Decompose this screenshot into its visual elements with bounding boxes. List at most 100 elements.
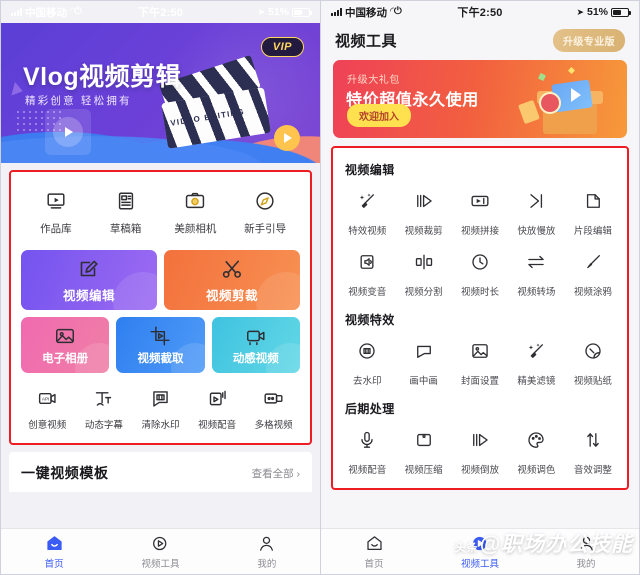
quick-action-guide[interactable]: 新手引导 [230,188,300,236]
audio-sliders-icon [565,427,621,453]
page-header: 视频工具 升级专业版 [321,23,639,60]
tool-video-merge[interactable]: 视频拼接 [452,188,508,237]
tool-cover-setting[interactable]: 封面设置 [452,338,508,387]
microphone-icon [339,427,395,453]
tool-label: 特效视频 [348,226,387,237]
tab-profile[interactable]: 我的 [214,534,320,570]
watermark-remove-icon [339,338,395,364]
hero-subtitle: 精彩创意 轻松拥有 [25,95,132,107]
battery-percent-label: 51% [586,6,608,18]
card-label: 动感视频 [232,352,279,365]
card-photo-album[interactable]: 电子相册 [21,317,110,373]
small-action-label: 动态字幕 [84,420,123,431]
tool-transition[interactable]: 视频转场 [508,249,564,298]
tool-sticker[interactable]: 视频贴纸 [565,338,621,387]
quick-action-label: 作品库 [40,223,72,235]
tool-dubbing[interactable]: 视频配音 [339,427,395,476]
two-phone-screenshots: 中国移动 ◜⏻ 下午2:50 ➤ 51% VIDEO EDITING Vlog视… [0,0,640,575]
right-phone-screen: 中国移动 ◜⏻ 下午2:50 ➤ 51% 视频工具 升级专业版 升级大礼包 特价… [320,0,640,575]
tool-remove-watermark[interactable]: 去水印 [339,338,395,387]
tool-label: 去水印 [352,376,382,387]
tool-audio-adjust[interactable]: 音效调整 [565,427,621,476]
cover-setting-icon [452,338,508,364]
tab-video-tools[interactable]: 视频工具 [427,534,533,570]
quick-action-label: 新手引导 [244,223,287,235]
small-action-label: 视频配音 [198,420,237,431]
dynamic-subtitle-icon [76,386,133,410]
small-action-label: 创意视频 [28,420,67,431]
hero-banner[interactable]: VIDEO EDITING Vlog视频剪辑 精彩创意 轻松拥有 VIP [1,23,320,163]
video-tools-icon [427,534,533,554]
ghost-play-icon [53,117,83,147]
gift-illustration [517,66,613,134]
vip-badge[interactable]: VIP [260,37,304,57]
profile-icon [533,534,639,554]
small-action-remove-watermark[interactable]: 清除水印 [132,386,189,431]
picture-in-picture-icon [395,338,451,364]
battery-icon [611,7,631,17]
beauty-camera-icon [161,188,231,214]
card-label: 视频截取 [137,352,184,365]
tool-pip[interactable]: 画中画 [395,338,451,387]
clock-duration-icon [452,249,508,275]
tool-video-split[interactable]: 视频分割 [395,249,451,298]
small-action-video-dubbing[interactable]: 视频配音 [189,386,246,431]
bottom-tabbar: 首页 视频工具 我的 [1,528,320,574]
tool-label: 视频拼接 [461,226,500,237]
status-bar: 中国移动 ◜⏻ 下午2:50 ➤ 51% [1,1,320,23]
card-dynamic-video[interactable]: 动感视频 [211,317,300,373]
tool-filter[interactable]: 精美滤镜 [508,338,564,387]
small-action-multi-frame[interactable]: 多格视频 [245,386,302,431]
tool-label: 视频压缩 [404,465,443,476]
video-merge-icon [452,188,508,214]
home-icon [321,534,427,554]
tab-label: 视频工具 [460,558,499,570]
tab-home[interactable]: 首页 [321,534,427,570]
tool-clip-edit[interactable]: 片段编辑 [565,188,621,237]
tab-profile[interactable]: 我的 [533,534,639,570]
tool-color-grading[interactable]: 视频调色 [508,427,564,476]
tool-label: 片段编辑 [573,226,612,237]
small-action-creative-video[interactable]: API 创意视频 [19,386,76,431]
view-all-link[interactable]: 查看全部 › [252,466,300,481]
tab-home[interactable]: 首页 [1,534,107,570]
tool-doodle[interactable]: 视频涂鸦 [565,249,621,298]
remove-watermark-icon [132,386,189,410]
play-button-icon[interactable] [274,125,300,151]
tool-voice-change[interactable]: 视频变音 [339,249,395,298]
tool-reverse[interactable]: 视频倒放 [452,427,508,476]
tab-video-tools[interactable]: 视频工具 [107,534,213,570]
promo-join-button[interactable]: 欢迎加入 [347,104,411,127]
card-video-crop[interactable]: 视频剪裁 [164,250,300,310]
tool-compress[interactable]: 视频压缩 [395,427,451,476]
transition-icon [508,249,564,275]
video-trim-icon [395,188,451,214]
quick-action-library[interactable]: 作品库 [21,188,91,236]
card-video-capture[interactable]: 视频截取 [116,317,205,373]
tool-video-trim[interactable]: 视频裁剪 [395,188,451,237]
tab-label: 视频工具 [141,558,180,570]
dynamic-video-icon [246,330,265,345]
promo-eyebrow: 升级大礼包 [347,75,400,86]
filter-sparkle-icon [508,338,564,364]
video-capture-icon [151,326,171,345]
tool-grid-row: 特效视频 视频裁剪 视频拼接 快放慢放 片段编辑 [337,180,623,241]
tab-label: 我的 [257,558,277,570]
card-video-edit[interactable]: 视频编辑 [21,250,157,310]
upgrade-pro-button[interactable]: 升级专业版 [553,29,625,52]
small-action-dynamic-subtitle[interactable]: 动态字幕 [76,386,133,431]
tool-label: 视频涂鸦 [573,287,612,298]
tool-effect-video[interactable]: 特效视频 [339,188,395,237]
quick-action-draft[interactable]: 草稿箱 [91,188,161,236]
quick-action-camera[interactable]: 美颜相机 [161,188,231,236]
tool-label: 视频转场 [517,287,556,298]
promo-banner[interactable]: 升级大礼包 特价超值永久使用 欢迎加入 [333,60,627,138]
card-label: 视频编辑 [62,288,115,303]
color-palette-icon [508,427,564,453]
secondary-card-row: 电子相册 视频截取 动感视频 [17,310,304,373]
battery-icon [292,7,312,17]
tool-duration[interactable]: 视频时长 [452,249,508,298]
group-title-video-effects: 视频特效 [345,313,395,327]
magic-wand-icon [339,188,395,214]
tool-speed[interactable]: 快放慢放 [508,188,564,237]
